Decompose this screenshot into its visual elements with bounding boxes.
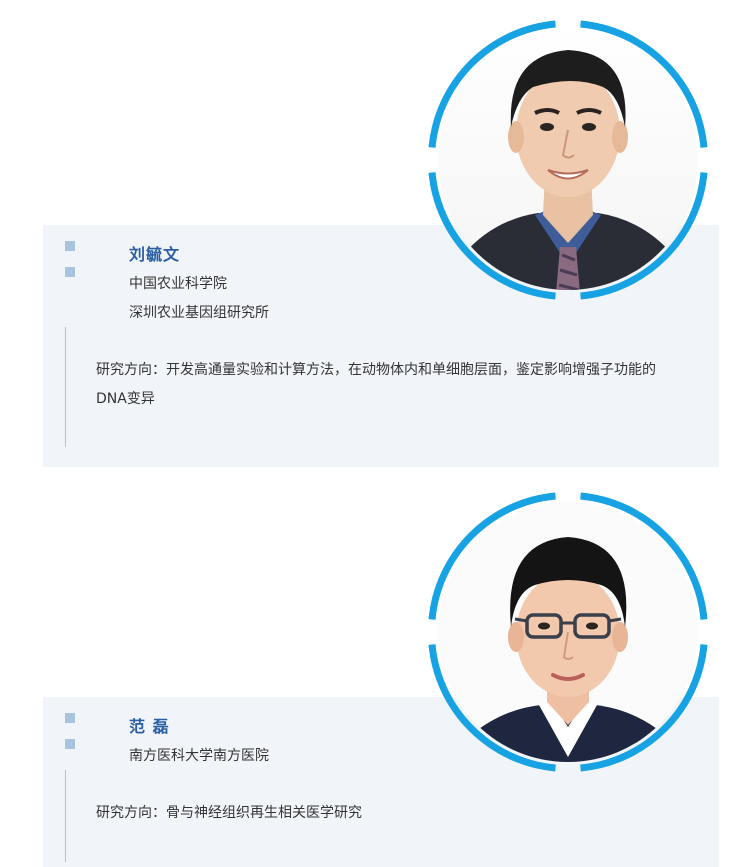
portrait-photo-icon <box>428 492 708 772</box>
divider-line <box>65 327 66 447</box>
square-marker-icon <box>65 241 75 251</box>
square-marker-icon <box>65 739 75 749</box>
research-direction: 研究方向：骨与神经组织再生相关医学研究 <box>96 805 362 821</box>
avatar <box>423 487 713 777</box>
profile-card: 范 磊 南方医科大学南方医院 研究方向：骨与神经组织再生相关医学研究 <box>0 480 750 867</box>
research-direction: 研究方向：开发高通量实验和计算方法，在动物体内和单细胞层面，鉴定影响增强子功能的… <box>96 362 656 407</box>
profile-affiliation: 深圳农业基因组研究所 <box>129 305 269 321</box>
square-marker-icon <box>65 267 75 277</box>
profile-page: 刘毓文 中国农业科学院 深圳农业基因组研究所 研究方向：开发高通量实验和计算方法… <box>0 0 750 867</box>
profile-name: 范 磊 <box>129 717 170 736</box>
avatar <box>423 15 713 305</box>
profile-name: 刘毓文 <box>129 245 181 264</box>
square-marker-icon <box>65 713 75 723</box>
profile-card: 刘毓文 中国农业科学院 深圳农业基因组研究所 研究方向：开发高通量实验和计算方法… <box>0 0 750 470</box>
divider-line <box>65 770 66 862</box>
profile-affiliation: 中国农业科学院 <box>129 276 227 292</box>
profile-affiliation: 南方医科大学南方医院 <box>129 748 269 764</box>
portrait-photo-icon <box>428 20 708 300</box>
